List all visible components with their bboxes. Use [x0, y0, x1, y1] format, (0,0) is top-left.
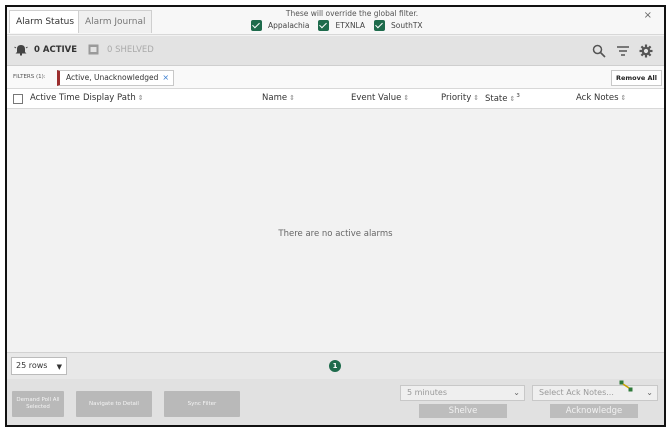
- sort-icon[interactable]: ⇕: [473, 94, 479, 102]
- column-label: Event Value: [351, 93, 402, 103]
- region-label: SouthTX: [391, 21, 423, 30]
- active-count[interactable]: 0 ACTIVE: [14, 44, 77, 56]
- pager-bar: 25 rows ▼ 1: [7, 352, 664, 379]
- sort-icon[interactable]: ⇕: [403, 94, 409, 102]
- filters-label: FILTERS (1):: [13, 74, 46, 80]
- page-number[interactable]: 1: [329, 360, 341, 372]
- alarm-bell-icon: [14, 45, 28, 56]
- column-priority[interactable]: Priority ⇕: [441, 93, 479, 103]
- navigate-to-detail-button[interactable]: Navigate to Detail: [76, 391, 152, 417]
- remove-filter-icon[interactable]: ×: [162, 73, 169, 82]
- filter-chip-text: Active, Unacknowledged: [66, 73, 159, 82]
- shelve-duration-select[interactable]: 5 minutes ⌄: [400, 385, 525, 401]
- sort-icon[interactable]: ⇕: [289, 94, 295, 102]
- status-bar: 0 ACTIVE 0 SHELVED: [7, 36, 664, 66]
- action-bar: Demand Poll All Selected Navigate to Det…: [7, 379, 664, 425]
- column-ack-notes[interactable]: Ack Notes ⇕: [576, 93, 626, 103]
- empty-message: There are no active alarms: [278, 229, 393, 239]
- shelve-icon: [88, 44, 99, 55]
- region-southtx[interactable]: SouthTX: [374, 20, 423, 31]
- override-notice: These will override the global filter.: [285, 9, 419, 18]
- active-label: 0 ACTIVE: [34, 45, 78, 55]
- shelved-count[interactable]: 0 SHELVED: [88, 44, 154, 55]
- remove-all-button[interactable]: Remove All: [610, 70, 662, 86]
- caret-down-icon: ▼: [56, 363, 62, 371]
- select-all-checkbox[interactable]: [13, 94, 23, 104]
- column-label: State: [485, 93, 508, 104]
- demand-poll-button[interactable]: Demand Poll All Selected: [12, 391, 64, 417]
- ack-notes-placeholder: Select Ack Notes...: [539, 388, 614, 397]
- top-bar: Alarm Status Alarm Journal These will ov…: [7, 7, 664, 35]
- alarm-table-body: There are no active alarms: [7, 109, 664, 354]
- region-label: ETXNLA: [335, 21, 366, 30]
- shelved-label: 0 SHELVED: [107, 44, 154, 55]
- column-name[interactable]: Name ⇕: [262, 93, 295, 103]
- filter-chip[interactable]: Active, Unacknowledged ×: [57, 70, 175, 86]
- shelve-duration-value: 5 minutes: [407, 388, 448, 397]
- sort-icon[interactable]: ⇕: [138, 94, 144, 102]
- search-icon[interactable]: [592, 44, 606, 58]
- table-header: Active Time Display Path ⇕ Name ⇕ Event Va…: [7, 89, 664, 109]
- checkbox-checked-icon[interactable]: [374, 20, 386, 31]
- sync-filter-button[interactable]: Sync Filter: [164, 391, 240, 417]
- column-label: Ack Notes: [576, 93, 619, 103]
- ack-notes-select[interactable]: Select Ack Notes... ⌄: [532, 385, 658, 401]
- column-label: Display Path: [83, 93, 136, 103]
- sort-rank: 3: [516, 93, 520, 99]
- column-label: Name: [262, 93, 288, 103]
- checkbox-checked-icon[interactable]: [251, 20, 262, 31]
- column-label: Priority: [441, 93, 472, 103]
- column-state[interactable]: State ⇕3: [485, 93, 520, 104]
- gear-icon[interactable]: [639, 44, 653, 58]
- column-event-value[interactable]: Event Value ⇕: [351, 93, 409, 103]
- region-checkboxes: Appalachia ETXNLA SouthTX: [251, 20, 432, 31]
- column-display-path[interactable]: Display Path ⇕: [83, 93, 144, 103]
- region-etxnla[interactable]: ETXNLA: [318, 20, 365, 31]
- rows-per-page-value: 25 rows: [16, 361, 48, 370]
- expand-arrows-icon[interactable]: [619, 380, 633, 392]
- filter-icon[interactable]: [616, 44, 630, 58]
- rows-per-page-select[interactable]: 25 rows ▼: [11, 357, 67, 375]
- alarm-status-panel: Alarm Status Alarm Journal These will ov…: [5, 5, 666, 427]
- region-appalachia[interactable]: Appalachia: [251, 20, 309, 31]
- shelve-button[interactable]: Shelve: [419, 404, 507, 418]
- chevron-down-icon: ⌄: [646, 388, 653, 397]
- filter-row: FILTERS (1): Active, Unacknowledged × Rem…: [7, 66, 664, 89]
- chevron-down-icon: ⌄: [513, 388, 520, 397]
- column-active-time[interactable]: Active Time: [30, 93, 80, 103]
- checkbox-checked-icon[interactable]: [318, 20, 330, 31]
- close-icon[interactable]: ×: [644, 10, 652, 21]
- tab-alarm-journal[interactable]: Alarm Journal: [78, 10, 153, 33]
- acknowledge-button[interactable]: Acknowledge: [550, 404, 638, 418]
- region-label: Appalachia: [268, 21, 310, 30]
- tab-alarm-status[interactable]: Alarm Status: [9, 10, 82, 33]
- sort-icon[interactable]: ⇕: [510, 95, 516, 103]
- sort-icon[interactable]: ⇕: [621, 94, 627, 102]
- column-label: Active Time: [30, 93, 80, 103]
